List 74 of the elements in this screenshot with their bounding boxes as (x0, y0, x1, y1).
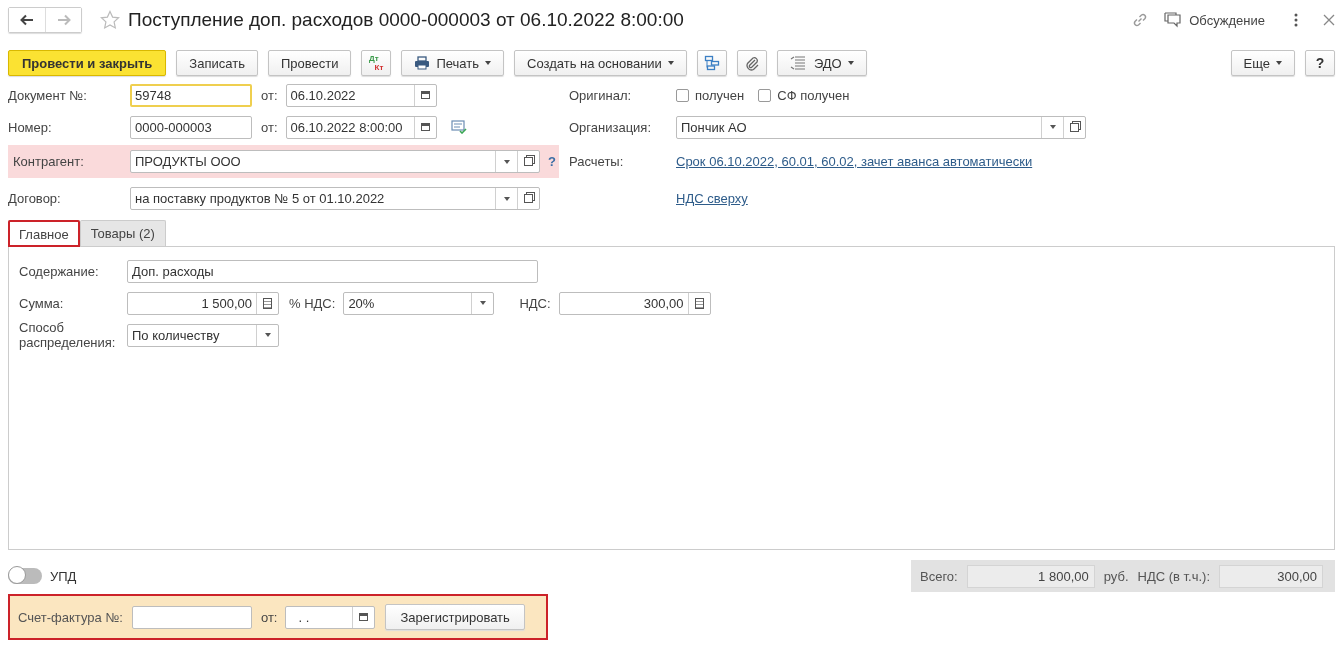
caret-icon (485, 61, 491, 65)
toggle-switch[interactable] (8, 568, 42, 584)
attach-button[interactable] (736, 50, 767, 76)
invoice-number-field[interactable] (131, 605, 252, 629)
more-icon[interactable] (1293, 12, 1299, 28)
field-label: Содержание: (19, 263, 100, 279)
field-label: Документ №: (8, 87, 88, 103)
toggle-label: УПД (50, 568, 77, 584)
vat-link[interactable]: НДС сверху (676, 191, 748, 206)
total-amount: 1 800,00 (966, 564, 1095, 588)
field-label: от: (261, 119, 278, 135)
contract-field[interactable]: на поставку продуктов № 5 от 01.10.2022 (130, 187, 540, 210)
document-exchange-icon (789, 55, 808, 71)
number-field[interactable]: 0000-000003 (130, 115, 252, 139)
create-based-on-menu-button[interactable]: Создать на основании (514, 50, 687, 76)
window-title: Поступление доп. расходов 0000-000003 от 06.10.2022 8:00:00 (128, 9, 684, 31)
discussion-button[interactable]: Обсуждение (1163, 12, 1265, 28)
hierarchy-icon (703, 55, 720, 71)
print-menu-button[interactable]: Печать (401, 50, 504, 76)
right-arrow-icon (56, 14, 71, 26)
printer-icon (414, 56, 431, 70)
vat-amount-field[interactable]: 300,00 (558, 291, 711, 315)
date-field[interactable]: 06.10.2022 (285, 83, 437, 107)
checkbox[interactable]: получен (676, 87, 745, 103)
vat-total-amount: 300,00 (1219, 564, 1323, 588)
field-label: % НДС: (289, 295, 336, 311)
register-button[interactable]: Зарегистрировать (385, 604, 525, 630)
dt-kt-button[interactable]: Дт Кт (361, 50, 392, 76)
field-label: Договор: (8, 191, 62, 206)
field-label: от: (260, 609, 278, 625)
field-label: Сумма: (19, 295, 65, 311)
caret-icon (667, 61, 674, 65)
organization-field[interactable]: Пончик АО (676, 115, 1086, 139)
paperclip-icon (743, 55, 760, 71)
datetime-field[interactable]: 06.10.2022 8:00:00 (285, 115, 437, 139)
caret-icon (1276, 61, 1282, 65)
structure-button[interactable] (696, 50, 727, 76)
back-button[interactable] (9, 8, 45, 32)
tab[interactable]: Главное (8, 220, 80, 247)
tab[interactable]: Товары (2) (79, 220, 166, 246)
field-label: Номер: (8, 119, 53, 135)
currency-label: руб. (1103, 568, 1129, 584)
settlements-link[interactable]: Срок 06.10.2022, 60.01, 60.02, зачет аванса автоматически (676, 154, 1033, 169)
counterparty-field[interactable]: ПРОДУКТЫ ООО (130, 150, 540, 173)
field-label: Оригинал: (569, 87, 633, 103)
close-icon[interactable] (1323, 14, 1335, 26)
help-link[interactable]: ? (548, 154, 556, 169)
caret-icon (847, 61, 854, 65)
total-label: Всего: (920, 568, 958, 584)
star-icon[interactable] (100, 10, 120, 30)
document-check-icon[interactable] (450, 120, 467, 134)
field-label: Контрагент: (12, 154, 85, 169)
document-number-field[interactable]: 59748 (130, 83, 252, 107)
vat-rate-field[interactable]: 20% (343, 291, 495, 315)
checkbox[interactable]: СФ получен (758, 87, 850, 103)
field-label: Способ распределения: (19, 320, 117, 350)
post-and-close-button[interactable]: Провести и закрыть (8, 50, 167, 76)
field-label: Счет-фактура №: (18, 609, 123, 625)
field-label: Расчеты: (569, 154, 625, 169)
vat-total-label: НДС (в т.ч.): (1137, 568, 1210, 584)
field-label: НДС: (519, 295, 551, 311)
left-arrow-icon (20, 14, 34, 26)
field-label: от: (261, 87, 278, 103)
chat-icon (1163, 12, 1184, 28)
toolbar-button[interactable]: Провести (267, 50, 352, 76)
help-button[interactable]: ? (1305, 50, 1335, 76)
content-field[interactable]: Доп. расходы (127, 259, 538, 283)
distribution-method-field[interactable]: По количеству (127, 323, 279, 347)
toolbar-button[interactable]: Записать (176, 50, 258, 76)
amount-field[interactable]: 1 500,00 (127, 291, 279, 315)
field-label: Организация: (569, 119, 653, 135)
more-menu-button[interactable]: Еще (1230, 50, 1295, 76)
invoice-date-field[interactable]: . . (285, 605, 376, 629)
edo-menu-button[interactable]: ЭДО (776, 50, 867, 76)
